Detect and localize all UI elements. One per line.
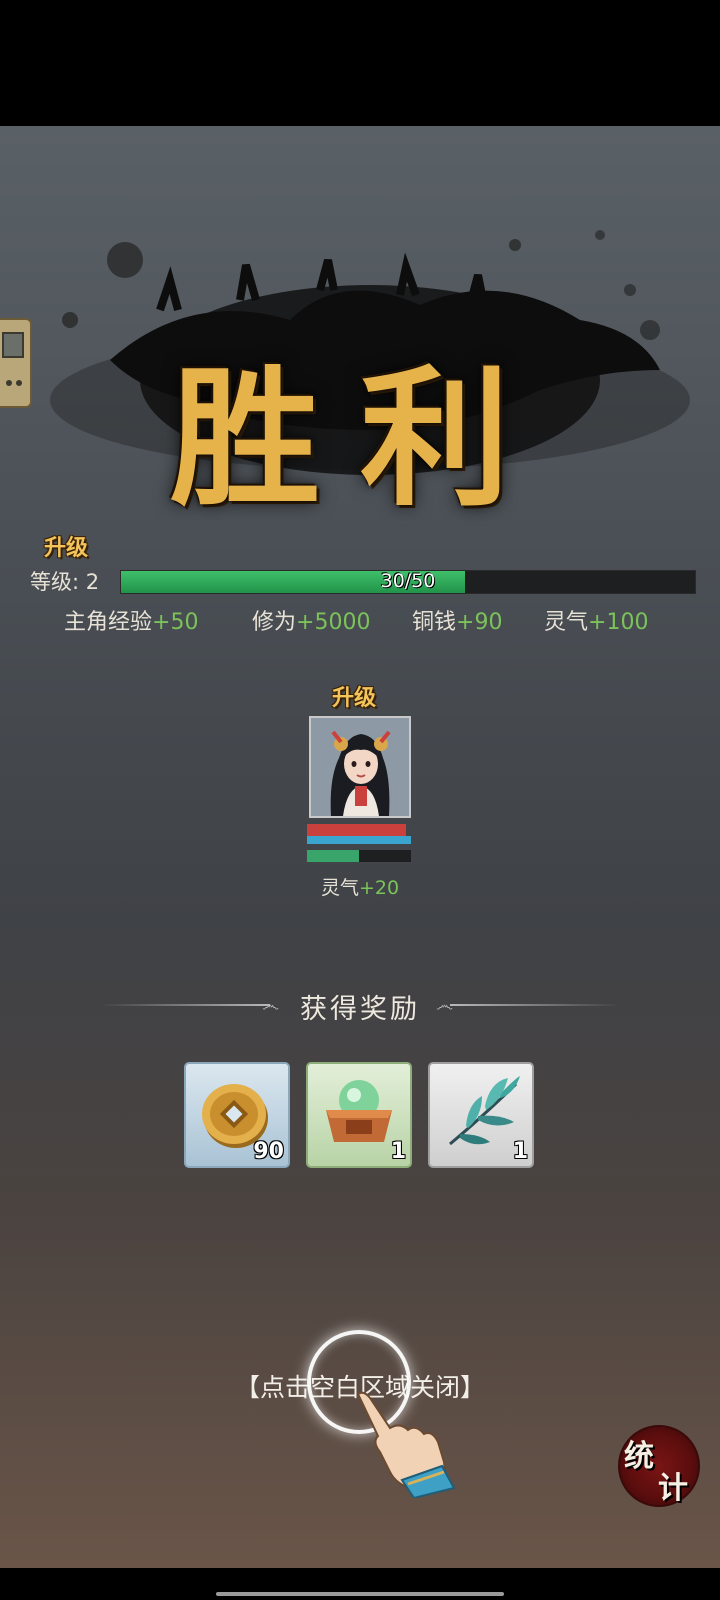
hero-reward: 灵气+20 — [300, 873, 420, 900]
pointing-hand-icon — [356, 1391, 456, 1498]
xp-progress-text: 30/50 — [380, 570, 436, 592]
stats-button-char-2: 计 — [658, 1471, 688, 1506]
hero-portrait[interactable] — [309, 716, 411, 818]
statistics-button[interactable]: 统 计 — [618, 1425, 700, 1507]
gain-value: +100 — [588, 610, 649, 635]
hero-mp-bar — [307, 836, 411, 844]
level-up-tag: 升级 — [44, 535, 89, 561]
gain-value: +90 — [456, 610, 503, 635]
gain-label: 修为 — [252, 610, 297, 635]
gain-copper: 铜钱+90 — [412, 604, 502, 636]
gain-hero-exp: 主角经验+50 — [64, 604, 198, 636]
level-readout: 等级: 2 — [30, 566, 99, 596]
item-count: 90 — [253, 1139, 284, 1164]
victory-title: 胜利 — [169, 351, 550, 527]
gain-cultivation: 修为+5000 — [252, 604, 370, 636]
reward-item-orb-box[interactable]: 1 — [306, 1062, 412, 1168]
gain-label: 灵气 — [544, 610, 589, 635]
item-count: 1 — [512, 1139, 528, 1164]
item-count: 1 — [390, 1139, 406, 1164]
divider-line — [450, 1004, 620, 1006]
hero-exp-bar — [307, 850, 411, 862]
hero-reward-value: +20 — [358, 877, 400, 899]
rewards-title: 获得奖励 — [300, 994, 420, 1025]
hero-hp-bar — [307, 824, 406, 836]
home-indicator[interactable] — [216, 1592, 504, 1596]
level-value: 2 — [85, 570, 100, 594]
level-label: 等级: — [30, 570, 80, 594]
stats-button-char-1: 统 — [624, 1439, 654, 1474]
hero-exp-fill — [307, 850, 359, 862]
hero-level-up-tag: 升级 — [332, 685, 377, 711]
gain-spirit: 灵气+100 — [544, 604, 648, 636]
reward-item-herb[interactable]: 1 — [428, 1062, 534, 1168]
gain-label: 铜钱 — [412, 610, 457, 635]
rewards-header: ෴ 获得奖励 ෴ — [0, 985, 720, 1025]
battle-gains: 主角经验+50 修为+5000 铜钱+90 灵气+100 — [0, 604, 720, 636]
hero-avatar-art — [311, 718, 409, 816]
gain-label: 主角经验 — [64, 610, 153, 635]
reward-item-copper[interactable]: 90 — [184, 1062, 290, 1168]
status-bar — [0, 0, 720, 126]
gain-value: +50 — [152, 610, 199, 635]
hero-reward-label: 灵气 — [320, 877, 359, 899]
gain-value: +5000 — [296, 610, 371, 635]
